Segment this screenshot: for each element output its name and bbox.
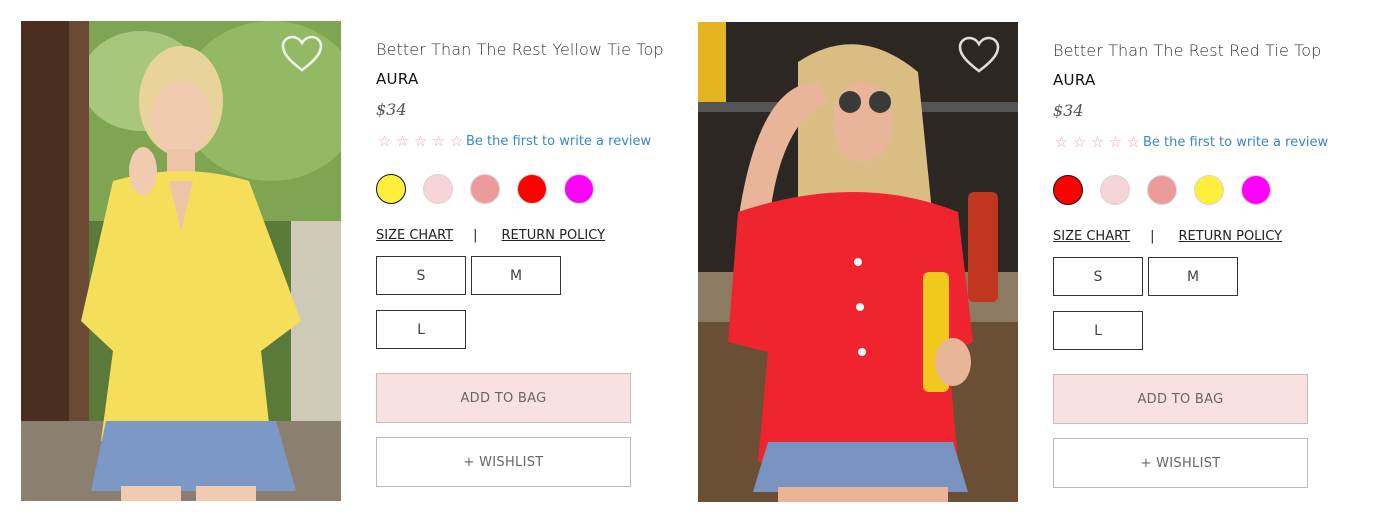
product-title[interactable]: Better Than The Rest Red Tie Top	[1053, 41, 1343, 63]
size-options: S M L	[376, 256, 576, 349]
star-icon: ☆	[1054, 133, 1069, 151]
add-to-bag-button[interactable]: ADD TO BAG	[1053, 374, 1308, 424]
size-options: S M L	[1053, 257, 1253, 350]
color-swatches	[376, 174, 666, 204]
product-brand: AURA	[1053, 71, 1096, 89]
heart-outline-icon[interactable]	[281, 35, 323, 73]
size-button-s[interactable]: S	[376, 256, 466, 295]
star-icon: ☆	[1126, 133, 1141, 151]
product-info: Better Than The Rest Yellow Tie Top AURA…	[376, 40, 666, 487]
product-photo	[21, 21, 341, 501]
product-info: Better Than The Rest Red Tie Top AURA $3…	[1053, 41, 1343, 488]
rating-row: ☆ ☆ ☆ ☆ ☆ Be the first to write a review	[376, 132, 666, 150]
color-swatch-magenta[interactable]	[1241, 175, 1271, 205]
policy-links: SIZE CHART | RETURN POLICY	[1053, 227, 1343, 245]
size-button-l[interactable]: L	[1053, 311, 1143, 350]
add-to-bag-button[interactable]: ADD TO BAG	[376, 373, 631, 423]
heart-outline-icon[interactable]	[958, 36, 1000, 74]
write-review-link[interactable]: Be the first to write a review	[466, 134, 651, 149]
product-card-red-tie-top: Better Than The Rest Red Tie Top AURA $3…	[698, 0, 1358, 529]
star-icon: ☆	[1090, 133, 1105, 151]
return-policy-link[interactable]: RETURN POLICY	[1179, 229, 1283, 244]
color-swatch-yellow[interactable]	[376, 174, 406, 204]
size-button-s[interactable]: S	[1053, 257, 1143, 296]
product-brand: AURA	[376, 70, 419, 88]
star-icon: ☆	[1072, 133, 1087, 151]
color-swatch-coral[interactable]	[1147, 175, 1177, 205]
color-swatch-coral[interactable]	[470, 174, 500, 204]
size-button-m[interactable]: M	[1148, 257, 1238, 296]
rating-row: ☆ ☆ ☆ ☆ ☆ Be the first to write a review	[1053, 133, 1343, 151]
color-swatch-light-pink[interactable]	[423, 174, 453, 204]
link-separator: |	[473, 227, 478, 243]
size-button-l[interactable]: L	[376, 310, 466, 349]
product-title[interactable]: Better Than The Rest Yellow Tie Top	[376, 40, 666, 62]
star-icon: ☆	[377, 132, 392, 150]
color-swatch-magenta[interactable]	[564, 174, 594, 204]
product-price: $34	[376, 100, 407, 119]
star-icon: ☆	[1108, 133, 1123, 151]
size-chart-link[interactable]: SIZE CHART	[376, 228, 453, 243]
product-card-yellow-tie-top: Better Than The Rest Yellow Tie Top AURA…	[21, 0, 681, 529]
star-icon: ☆	[413, 132, 428, 150]
color-swatches	[1053, 175, 1343, 205]
product-image-yellow-tie-top[interactable]	[21, 21, 341, 501]
wishlist-button[interactable]: + WISHLIST	[376, 437, 631, 487]
wishlist-button[interactable]: + WISHLIST	[1053, 438, 1308, 488]
product-price: $34	[1053, 101, 1084, 120]
star-icon: ☆	[449, 132, 464, 150]
star-rating: ☆ ☆ ☆ ☆ ☆	[376, 133, 465, 149]
star-icon: ☆	[395, 132, 410, 150]
size-button-m[interactable]: M	[471, 256, 561, 295]
policy-links: SIZE CHART | RETURN POLICY	[376, 226, 666, 244]
color-swatch-red[interactable]	[1053, 175, 1083, 205]
star-rating: ☆ ☆ ☆ ☆ ☆	[1053, 134, 1142, 150]
write-review-link[interactable]: Be the first to write a review	[1143, 135, 1328, 150]
color-swatch-red[interactable]	[517, 174, 547, 204]
product-image-red-tie-top[interactable]	[698, 22, 1018, 502]
product-photo	[698, 22, 1018, 502]
star-icon: ☆	[431, 132, 446, 150]
size-chart-link[interactable]: SIZE CHART	[1053, 229, 1130, 244]
return-policy-link[interactable]: RETURN POLICY	[502, 228, 606, 243]
color-swatch-yellow[interactable]	[1194, 175, 1224, 205]
color-swatch-light-pink[interactable]	[1100, 175, 1130, 205]
link-separator: |	[1150, 228, 1155, 244]
